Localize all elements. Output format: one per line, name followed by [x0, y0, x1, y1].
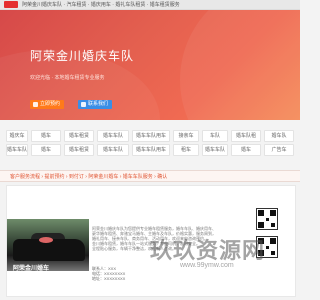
- nav-tag[interactable]: 广告车: [264, 144, 294, 156]
- nav-tag-label: 婚车队租: [235, 133, 256, 139]
- nav-tag-label: 婚车车队用车: [135, 133, 166, 139]
- nav-tag-label: 接亲车: [178, 133, 194, 139]
- calendar-icon: [33, 102, 38, 107]
- nav-tag[interactable]: 租车: [173, 144, 199, 156]
- nav-tag[interactable]: 婚庆车: [6, 130, 28, 142]
- book-now-label: 立即预约: [40, 101, 61, 107]
- top-bar-text: 阿荣金川婚庆车队 · 汽车租赁 · 婚庆用车 · 婚礼车队租赁 · 婚车租赁服务: [22, 2, 180, 8]
- nav-tag[interactable]: 婚车队租: [231, 130, 261, 142]
- nav-tag[interactable]: 婚车车队: [6, 144, 28, 156]
- nav-tag-label: 婚车队: [271, 133, 287, 139]
- service-process-text: 客户服务流程 › 提前预约 › 到付订 › 阿荣金川婚车 › 婚车车队服务 › …: [10, 174, 168, 180]
- nav-tag[interactable]: 婚车车队: [97, 144, 129, 156]
- nav-tag-label: 婚车: [40, 133, 51, 139]
- photo-caption: 阿荣金川婚车: [13, 266, 50, 271]
- nav-tag-label: 婚车车队用车: [135, 147, 166, 153]
- nav-tag-label: 婚车车队: [102, 147, 123, 153]
- nav-tag[interactable]: 婚车车队: [202, 144, 228, 156]
- nav-tag-label: 广告车: [271, 147, 287, 153]
- nav-tag[interactable]: 婚车: [31, 130, 61, 142]
- flower-decoration: [39, 237, 53, 243]
- nav-tag[interactable]: 婚车车队用车: [132, 130, 170, 142]
- nav-tag-label: 车队: [209, 133, 220, 139]
- nav-tag[interactable]: 婚车租赁: [64, 130, 94, 142]
- nav-tag[interactable]: 车队: [202, 130, 228, 142]
- nav-tag-label: 婚车租赁: [68, 133, 89, 139]
- contact-label: 联系我们: [88, 101, 109, 107]
- hero-decoration: [180, 10, 300, 120]
- watermark: 玖玖资源网: [150, 238, 266, 263]
- nav-tag[interactable]: 婚车: [31, 144, 61, 156]
- nav-tag[interactable]: 婚车: [231, 144, 261, 156]
- nav-tag-label: 婚庆车: [9, 133, 25, 139]
- nav-tag-label: 婚车: [40, 147, 51, 153]
- nav-tag-label: 婚车车队: [7, 147, 28, 153]
- site-logo[interactable]: [4, 1, 18, 8]
- car-photo[interactable]: 阿荣金川婚车: [7, 219, 89, 271]
- watermark-url: www.99ymw.com: [180, 262, 234, 269]
- nav-tag[interactable]: 婚车车队: [97, 130, 129, 142]
- book-now-button[interactable]: 立即预约: [30, 100, 65, 109]
- nav-tag[interactable]: 婚车租赁: [64, 144, 94, 156]
- qr-code-icon: [256, 208, 278, 230]
- nav-tag[interactable]: 接亲车: [173, 130, 199, 142]
- nav-tag[interactable]: 婚车车队用车: [132, 144, 170, 156]
- category-nav: 婚庆车 婚车 婚车租赁 婚车车队 婚车车队用车 接亲车 车队 婚车队租 婚车队 …: [0, 130, 300, 160]
- phone-icon: [81, 102, 86, 107]
- contact-address: 地址：XXXXXXXX: [92, 276, 126, 281]
- contact-button[interactable]: 联系我们: [78, 100, 113, 109]
- nav-tag-label: 婚车车队: [204, 147, 225, 153]
- nav-tag-label: 婚车: [240, 147, 251, 153]
- nav-tag-label: 婚车租赁: [68, 147, 89, 153]
- nav-tag[interactable]: 婚车队: [264, 130, 294, 142]
- listing-meta: 联系人：XXX 电话：XXXXXXXX 地址：XXXXXXXX: [92, 266, 125, 281]
- nav-tag-label: 租车: [180, 147, 191, 153]
- page-title: 阿荣金川婚庆车队: [30, 49, 135, 63]
- nav-tag-label: 婚车车队: [102, 133, 123, 139]
- top-bar: 阿荣金川婚庆车队 · 汽车租赁 · 婚庆用车 · 婚礼车队租赁 · 婚车租赁服务: [0, 0, 300, 10]
- service-process-bar: 客户服务流程 › 提前预约 › 到付订 › 阿荣金川婚车 › 婚车车队服务 › …: [0, 170, 300, 182]
- page-subtitle: 欢迎光临 · 本地婚车租赁专业服务: [30, 75, 105, 81]
